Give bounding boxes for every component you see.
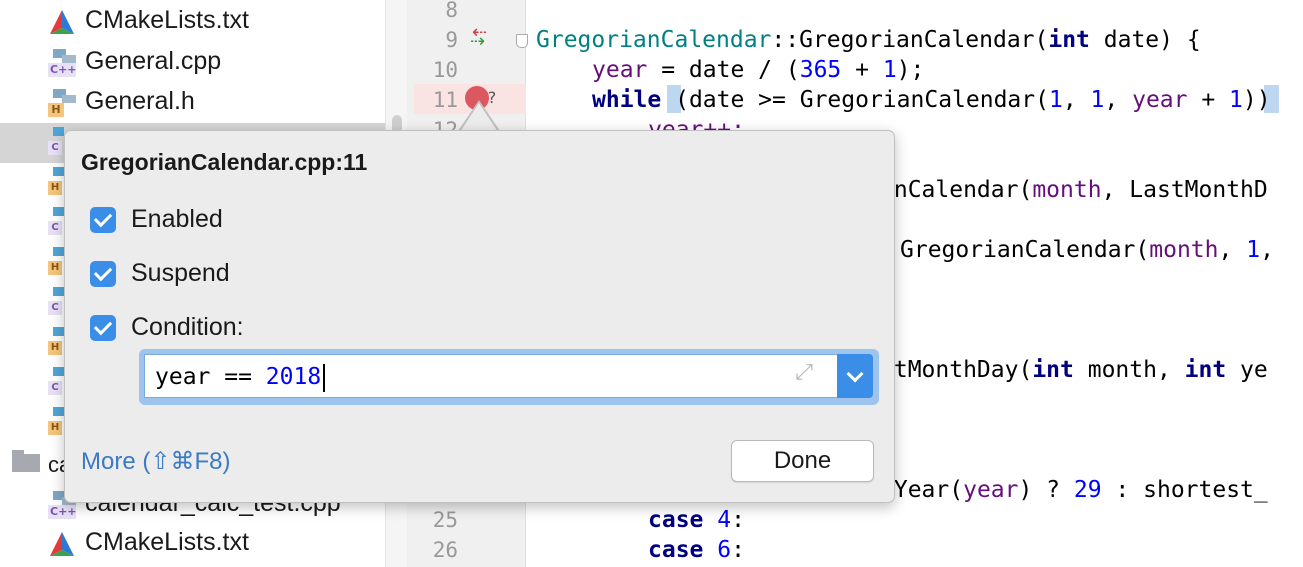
cpp-file-icon: C	[48, 127, 64, 155]
header-file-icon: H	[48, 89, 76, 117]
suspend-checkbox[interactable]	[90, 261, 116, 287]
tree-item-cmakelists[interactable]: CMakeLists.txt	[0, 2, 385, 42]
cpp-file-icon: C	[48, 367, 64, 395]
cmake-icon	[50, 532, 74, 556]
popup-title: GregorianCalendar.cpp:11	[81, 149, 368, 175]
suspend-label[interactable]: Suspend	[131, 259, 230, 288]
cpp-file-icon: C	[48, 207, 64, 235]
code-line: pYear(year) ? 29 : shortest_	[880, 477, 1268, 503]
code-line-26: case 6:	[648, 537, 745, 563]
code-line-11: while (date >= GregorianCalendar(1, 1, y…	[592, 87, 1271, 113]
condition-input[interactable]: year == 2018	[144, 354, 837, 398]
more-link[interactable]: More (⇧⌘F8)	[81, 447, 230, 476]
tree-item-general-cpp[interactable]: C++ General.cpp	[0, 43, 385, 83]
line-number: 8	[445, 0, 458, 22]
header-file-icon: H	[48, 247, 64, 275]
code-line-10: year = date / (365 + 1);	[592, 57, 925, 83]
condition-checkbox[interactable]	[90, 315, 116, 341]
tree-item-general-h[interactable]: H General.h	[0, 83, 385, 123]
condition-field-focus-ring: year == 2018 ⤢	[139, 349, 879, 405]
header-file-icon: H	[48, 327, 64, 355]
tree-item-cmakelists-2[interactable]: CMakeLists.txt	[0, 524, 385, 564]
code-line: anCalendar(month, LastMonthD	[880, 177, 1268, 203]
condition-history-dropdown-button[interactable]	[837, 354, 873, 398]
expand-icon[interactable]: ⤢	[791, 360, 817, 386]
breakpoint-popup: GregorianCalendar.cpp:11 Enabled Suspend…	[64, 130, 895, 503]
enabled-checkbox[interactable]	[90, 207, 116, 233]
enabled-label[interactable]: Enabled	[131, 205, 223, 234]
code-line: GregorianCalendar(month, 1,	[900, 237, 1274, 263]
fold-marker-icon[interactable]	[516, 34, 528, 48]
header-file-icon: H	[48, 407, 64, 435]
cmake-icon	[50, 10, 74, 34]
step-into-icon[interactable]: ⇠ ⇢	[470, 24, 487, 51]
code-line-25: case 4:	[648, 507, 745, 533]
line-number: 26	[432, 538, 458, 562]
line-number: 11	[432, 88, 458, 112]
folder-icon	[12, 450, 40, 472]
code-line-9: GregorianCalendar::GregorianCalendar(int…	[536, 27, 1201, 53]
cpp-file-icon: C++	[48, 49, 77, 77]
line-number: 25	[432, 508, 458, 532]
condition-label[interactable]: Condition:	[131, 313, 244, 342]
tree-item-label: CMakeLists.txt	[85, 528, 249, 556]
tree-item-label: CMakeLists.txt	[85, 6, 249, 34]
line-number: 10	[432, 58, 458, 82]
header-file-icon: H	[48, 167, 64, 195]
tree-item-label: General.cpp	[85, 47, 222, 75]
line-number: 9	[445, 28, 458, 52]
code-line: stMonthDay(int month, int ye	[880, 357, 1268, 383]
tree-item-label: General.h	[85, 87, 195, 115]
done-button[interactable]: Done	[731, 440, 874, 482]
cpp-file-icon: C	[48, 287, 64, 315]
popup-pointer-fill	[460, 103, 498, 132]
